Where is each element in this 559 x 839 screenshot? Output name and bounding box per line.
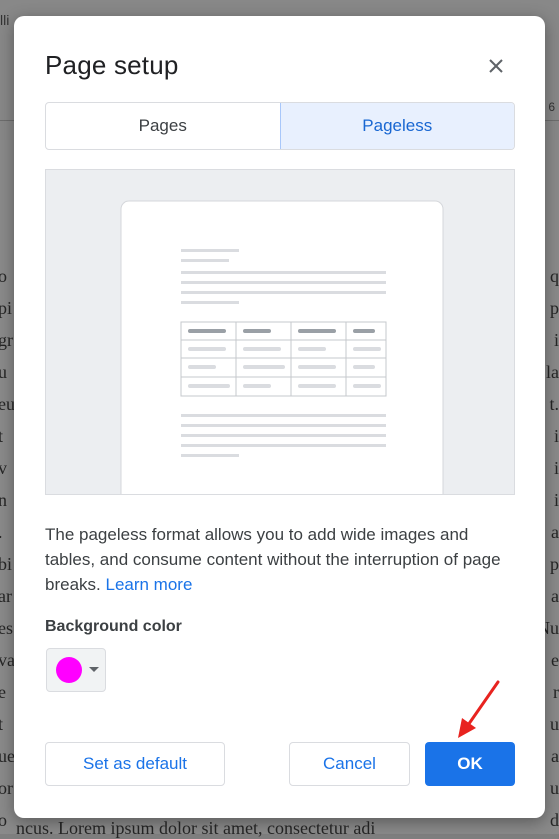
- pageless-preview: [45, 169, 515, 495]
- tab-pages[interactable]: Pages: [46, 103, 280, 149]
- document-text-fragment: e: [551, 650, 559, 670]
- document-text-fragment: eu: [0, 394, 15, 414]
- document-text-fragment: t: [0, 426, 4, 446]
- document-text-fragment: q: [550, 266, 559, 286]
- document-text-fragment: p: [550, 298, 559, 318]
- document-text-fragment: u: [550, 778, 559, 798]
- document-text-fragment: a: [551, 746, 559, 766]
- document-text-fragment: ue: [0, 746, 15, 766]
- document-text-fragment: o: [0, 266, 7, 286]
- dialog-title: Page setup: [45, 50, 179, 80]
- close-icon: [489, 59, 503, 73]
- document-text-fragment: la: [546, 362, 559, 382]
- document-text-fragment: r: [553, 682, 559, 702]
- document-text-fragment: t.: [549, 394, 559, 414]
- document-text-fragment: .: [0, 522, 3, 543]
- ruler-number: 6: [548, 100, 555, 114]
- document-text-fragment: u: [0, 362, 7, 382]
- document-text-fragment: a: [551, 522, 559, 542]
- set-as-default-button[interactable]: Set as default: [45, 742, 225, 786]
- document-text-fragment: i: [553, 330, 559, 350]
- document-text-fragment: p: [550, 554, 559, 574]
- document-text-fragment: o: [0, 810, 7, 830]
- document-text-fragment: or: [0, 778, 13, 798]
- document-text-fragment: a: [551, 586, 559, 606]
- document-text-fragment: v: [0, 458, 7, 478]
- document-text-fragment: bi: [0, 554, 13, 574]
- document-text-fragment: i: [553, 426, 559, 446]
- document-text-fragment: t: [0, 714, 4, 734]
- background-color-picker[interactable]: [46, 648, 106, 692]
- format-toggle: Pages Pageless: [45, 102, 515, 150]
- document-text-fragment: pi: [0, 298, 13, 318]
- document-text-fragment: gr: [0, 330, 13, 350]
- page-setup-dialog: Page setup Pages Pageless The pageless f…: [14, 16, 545, 818]
- document-text-fragment: n: [0, 490, 7, 510]
- caret-down-icon: [89, 667, 99, 672]
- cancel-button[interactable]: Cancel: [289, 742, 410, 786]
- learn-more-link[interactable]: Learn more: [105, 575, 192, 594]
- document-text-fragment: i: [553, 458, 559, 478]
- ok-button[interactable]: OK: [425, 742, 515, 786]
- tab-pageless[interactable]: Pageless: [279, 103, 514, 149]
- document-text-fragment: i: [553, 490, 559, 510]
- toolbar-label: lli: [0, 12, 10, 28]
- document-text-bottom: ncus. Lorem ipsum dolor sit amet, consec…: [16, 818, 376, 838]
- document-text-fragment: e: [0, 682, 6, 702]
- document-text-fragment: ar: [0, 586, 12, 606]
- document-text-fragment: u: [550, 714, 559, 734]
- color-swatch: [56, 657, 82, 683]
- document-text-fragment: es: [0, 618, 13, 638]
- document-preview-illustration: [120, 200, 444, 494]
- close-button[interactable]: [482, 52, 510, 80]
- background-color-label: Background color: [45, 618, 182, 635]
- document-text-fragment: va: [0, 650, 15, 670]
- pageless-description: The pageless format allows you to add wi…: [45, 522, 515, 597]
